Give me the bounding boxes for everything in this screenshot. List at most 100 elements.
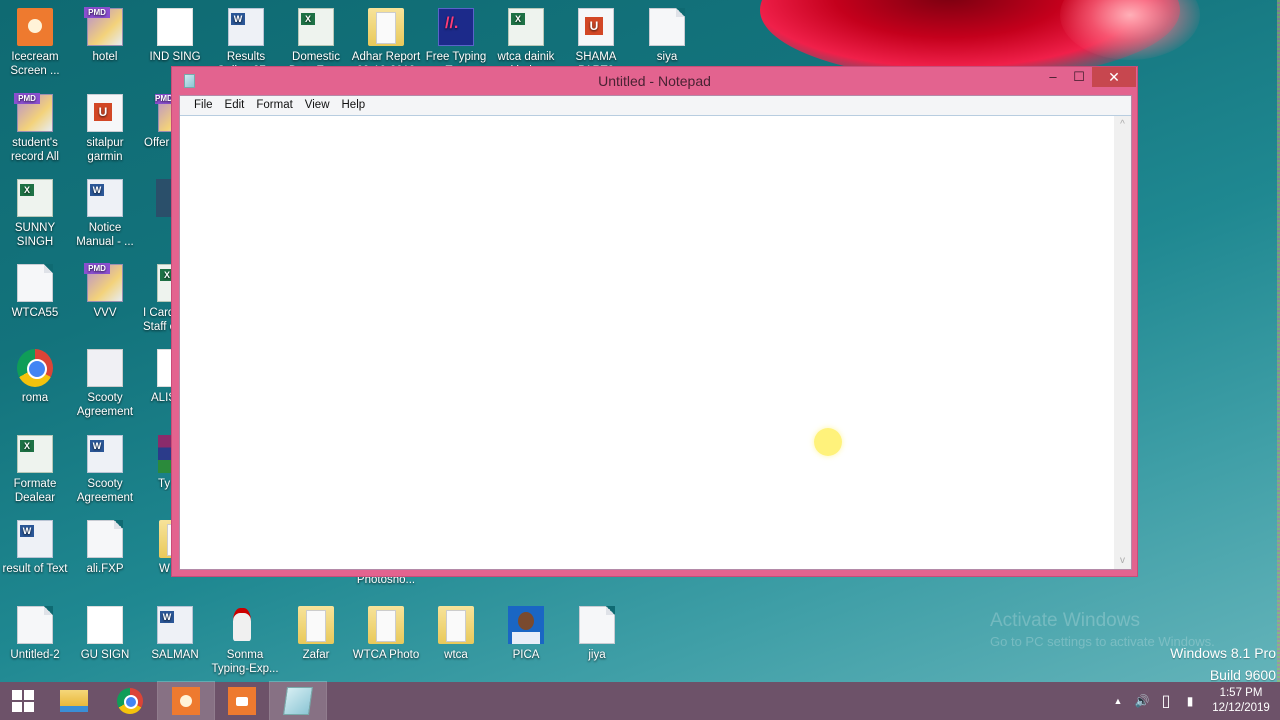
taskbar-icecream-recorder[interactable]: [157, 681, 215, 720]
os-version-build: Build 9600: [1209, 667, 1276, 682]
window-title: Untitled - Notepad: [598, 73, 711, 89]
word-document-icon: [228, 8, 264, 46]
menu-bar: File Edit Format View Help: [180, 96, 1131, 116]
menu-help[interactable]: Help: [336, 96, 372, 115]
desktop-icon-sitalpur[interactable]: sitalpur garmin: [70, 94, 140, 164]
word-document-icon: [157, 606, 193, 644]
chrome-icon: [117, 688, 143, 714]
blank-file-icon: [17, 264, 53, 302]
notepad-titlebar[interactable]: Untitled - Notepad: [172, 67, 1137, 95]
system-tray: ▲ 🔊 ▯ ▮ 1:57 PM 12/12/2019: [1106, 682, 1280, 720]
icecream-recorder-icon: [172, 687, 200, 715]
battery-icon[interactable]: ▯: [1154, 691, 1178, 711]
icecream-recorder-icon: [17, 8, 53, 46]
document-thumbnail-icon: [87, 349, 123, 387]
desktop-icon-notice-manual[interactable]: Notice Manual - ...: [70, 179, 140, 249]
word-document-icon: [17, 520, 53, 558]
menu-format[interactable]: Format: [250, 96, 298, 115]
text-file-icon: [579, 606, 615, 644]
desktop-icon-formate-dealear[interactable]: Formate Dealear: [0, 435, 70, 505]
maximize-button[interactable]: ☐: [1066, 67, 1092, 87]
typing-test-shortcut-icon: [438, 8, 474, 46]
signature-image-icon: [87, 606, 123, 644]
text-editor[interactable]: [180, 116, 1114, 569]
taskbar-notepad[interactable]: [269, 681, 327, 720]
os-version-name: Windows 8.1 Pro: [1170, 645, 1276, 661]
desktop-icon-scooty-agreement-2[interactable]: Scooty Agreement: [70, 435, 140, 505]
taskbar: ▲ 🔊 ▯ ▮ 1:57 PM 12/12/2019: [0, 681, 1280, 720]
clock[interactable]: 1:57 PM 12/12/2019: [1202, 686, 1280, 716]
minimize-button[interactable]: –: [1040, 67, 1066, 87]
menu-file[interactable]: File: [188, 96, 219, 115]
unicode-file-icon: [578, 8, 614, 46]
os-version: Windows 8.1 Pro Build 9600: [1170, 642, 1276, 682]
desktop-icon-icecream[interactable]: Icecream Screen ...: [0, 8, 70, 78]
windows-logo-icon: [12, 690, 34, 712]
desktop-icon-roma[interactable]: roma: [0, 349, 70, 405]
scroll-up-arrow-icon[interactable]: ^: [1114, 116, 1131, 133]
desktop: Icecream Screen ... hotel IND SING Resul…: [0, 0, 1280, 682]
photo-image-icon: [508, 606, 544, 644]
start-button[interactable]: [0, 682, 46, 720]
excel-workbook-icon: [298, 8, 334, 46]
taskbar-icecream-screenshot[interactable]: [214, 682, 270, 720]
desktop-icon-untitled-2[interactable]: Untitled-2: [0, 606, 70, 662]
desktop-icon-hotel[interactable]: hotel: [70, 7, 140, 64]
desktop-icon-wtca[interactable]: wtca: [421, 606, 491, 662]
close-button[interactable]: ✕: [1092, 67, 1136, 87]
desktop-icon-wtca55[interactable]: WTCA55: [0, 264, 70, 320]
volume-icon[interactable]: 🔊: [1130, 694, 1154, 708]
clock-time: 1:57 PM: [1219, 687, 1263, 699]
desktop-icon-zafar[interactable]: Zafar: [281, 606, 351, 662]
notepad-icon: [283, 687, 313, 715]
desktop-icon-wtca-photo[interactable]: WTCA Photo: [351, 606, 421, 662]
mouse-cursor-highlight: [814, 428, 842, 456]
desktop-icon-siya[interactable]: siya: [632, 8, 702, 64]
notepad-client-area: File Edit Format View Help ^ v: [179, 95, 1132, 570]
excel-workbook-icon: [17, 179, 53, 217]
photo-folder-icon: [368, 606, 404, 644]
signature-image-icon: [157, 8, 193, 46]
unicode-file-icon: [87, 94, 123, 132]
desktop-icon-ali-fxp[interactable]: ali.FXP: [70, 520, 140, 576]
blank-file-icon: [17, 606, 53, 644]
pagemaker-file-icon: [84, 7, 123, 46]
desktop-icon-scooty-agreement-1[interactable]: Scooty Agreement: [70, 349, 140, 419]
scroll-down-arrow-icon[interactable]: v: [1114, 552, 1131, 569]
pagemaker-file-icon: [84, 263, 123, 302]
text-file-icon: [649, 8, 685, 46]
desktop-icon-pica[interactable]: PICA: [491, 606, 561, 662]
desktop-icon-salman[interactable]: SALMAN: [140, 606, 210, 662]
folder-icon: [368, 8, 404, 46]
taskbar-file-explorer[interactable]: [46, 682, 102, 720]
excel-workbook-icon: [17, 435, 53, 473]
word-document-icon: [87, 435, 123, 473]
desktop-icon-sonma-typing[interactable]: Sonma Typing-Exp...: [210, 606, 280, 676]
desktop-icon-gu-sign[interactable]: GU SIGN: [70, 606, 140, 662]
network-icon[interactable]: ▮: [1178, 694, 1202, 708]
desktop-icon-result-of-text[interactable]: result of Text: [0, 520, 70, 576]
pagemaker-file-icon: [14, 93, 53, 132]
taskbar-chrome[interactable]: [102, 682, 158, 720]
desktop-icon-vvv[interactable]: VVV: [70, 263, 140, 320]
desktop-icon-ind-sing[interactable]: IND SING: [140, 8, 210, 64]
desktop-icon-jiya[interactable]: jiya: [562, 606, 632, 662]
clock-date: 12/12/2019: [1212, 702, 1270, 714]
chrome-icon: [17, 349, 53, 387]
desktop-icon-sunny-singh[interactable]: SUNNY SINGH: [0, 179, 70, 249]
show-hidden-icons-button[interactable]: ▲: [1106, 696, 1130, 706]
blank-file-icon: [87, 520, 123, 558]
screenshot-camera-icon: [228, 687, 256, 715]
excel-workbook-icon: [508, 8, 544, 46]
notepad-app-icon[interactable]: [184, 74, 195, 88]
menu-edit[interactable]: Edit: [219, 96, 251, 115]
vertical-scrollbar[interactable]: ^ v: [1114, 116, 1131, 569]
file-explorer-icon: [60, 690, 88, 712]
menu-view[interactable]: View: [299, 96, 336, 115]
watermark-title: Activate Windows: [990, 610, 1140, 631]
notepad-window: Untitled - Notepad – ☐ ✕ File Edit Forma…: [171, 66, 1138, 577]
word-document-icon: [87, 179, 123, 217]
photo-folder-icon: [438, 606, 474, 644]
typing-tutor-shortcut-icon: [227, 606, 263, 644]
desktop-icon-student-record[interactable]: student's record All: [0, 93, 70, 164]
